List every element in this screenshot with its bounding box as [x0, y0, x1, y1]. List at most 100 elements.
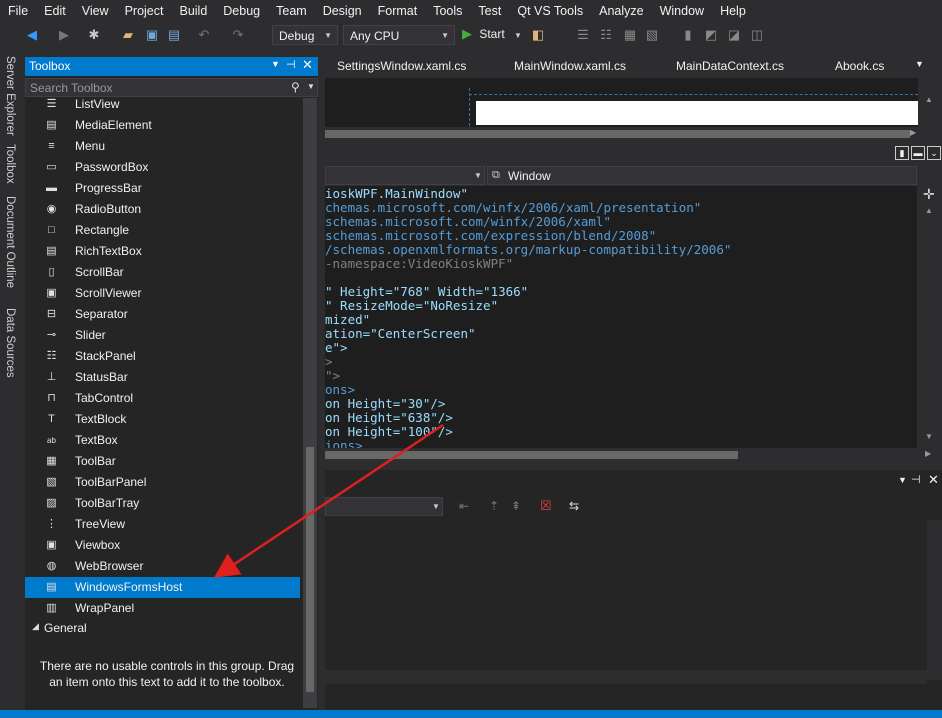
scroll-right-icon[interactable]: ▶ [925, 449, 931, 458]
toolbox-item-toolbartray[interactable]: ▨ ToolBarTray [25, 493, 300, 514]
toolbox-item-radiobutton[interactable]: ◉ RadioButton [25, 199, 300, 220]
output-source-dropdown[interactable]: ▼ [325, 497, 443, 516]
tab-settingswindow[interactable]: SettingsWindow.xaml.cs [337, 59, 466, 73]
side-tab-toolbox[interactable]: Toolbox [4, 144, 16, 184]
toolbox-item-statusbar[interactable]: ⊥ StatusBar [25, 367, 300, 388]
goto-last-icon[interactable]: ⇞ [511, 499, 521, 513]
search-icon[interactable]: ⚲ [291, 80, 300, 94]
dropdown-icon[interactable]: ▼ [271, 59, 280, 69]
type-dropdown[interactable]: ▼ [325, 166, 485, 185]
h-scroll-thumb[interactable] [325, 451, 738, 459]
close-icon[interactable]: ✕ [302, 57, 313, 73]
side-tab-document-outline[interactable]: Document Outline [4, 196, 16, 288]
platform-dropdown[interactable]: Any CPU ▼ [343, 25, 455, 45]
toolbox-item-toolbar[interactable]: ▦ ToolBar [25, 451, 300, 472]
menu-help[interactable]: Help [712, 0, 754, 22]
designer-window-preview[interactable] [476, 101, 923, 125]
menu-view[interactable]: View [74, 0, 117, 22]
toolbox-item-textbox[interactable]: ab TextBox [25, 430, 300, 451]
split-vertical-icon[interactable]: ▮ [895, 146, 909, 160]
menu-window[interactable]: Window [652, 0, 712, 22]
toolbox-item-scrollbar[interactable]: ▯ ScrollBar [25, 262, 300, 283]
menu-format[interactable]: Format [370, 0, 426, 22]
menu-edit[interactable]: Edit [36, 0, 74, 22]
toolbox-item-mediaelement[interactable]: ▤ MediaElement [25, 115, 300, 136]
designer-h-scrollbar[interactable]: ▶ [325, 127, 916, 141]
prev-bookmark-icon[interactable]: ◩ [703, 27, 719, 43]
tab-overflow-icon[interactable]: ▼ [915, 59, 924, 69]
menu-tools[interactable]: Tools [425, 0, 470, 22]
toolbox-item-textblock[interactable]: T TextBlock [25, 409, 300, 430]
toolbox-group-general[interactable]: General [44, 621, 87, 635]
align-icon[interactable]: ☰ [575, 27, 591, 43]
dropdown-icon[interactable]: ▼ [898, 475, 907, 485]
side-tab-data-sources[interactable]: Data Sources [4, 308, 16, 378]
pin-icon[interactable]: ⊣ [286, 58, 296, 71]
menu-design[interactable]: Design [315, 0, 370, 22]
toolbox-item-progressbar[interactable]: ▬ ProgressBar [25, 178, 300, 199]
toolbox-item-listview[interactable]: ☰ ListView [25, 94, 300, 115]
designer-scrollbar[interactable]: ▲ [918, 78, 942, 127]
configuration-dropdown[interactable]: Debug ▼ [272, 25, 338, 45]
next-bookmark-icon[interactable]: ◪ [726, 27, 742, 43]
code-v-scrollbar[interactable]: ✛ ▲ ▼ [917, 186, 942, 448]
tab-maindatacontext[interactable]: MainDataContext.cs [676, 59, 784, 73]
clear-all-icon[interactable]: ☒ [540, 498, 552, 514]
menu-build[interactable]: Build [171, 0, 215, 22]
goto-next-icon[interactable]: ⇡ [489, 499, 499, 513]
toolbox-scroll-thumb[interactable] [306, 447, 314, 692]
undo-icon[interactable]: ↶ [196, 27, 212, 43]
output-h-scrollbar[interactable] [325, 670, 927, 684]
toolbox-item-rectangle[interactable]: □ Rectangle [25, 220, 300, 241]
pin-icon[interactable]: ⊣ [911, 473, 921, 486]
save-icon[interactable]: ▣ [144, 27, 160, 43]
collapse-pane-icon[interactable]: ⌄ [927, 146, 941, 160]
back-icon[interactable]: ◀ [24, 27, 40, 43]
toolbox-item-viewbox[interactable]: ▣ Viewbox [25, 535, 300, 556]
toolbox-item-webbrowser[interactable]: ◍ WebBrowser [25, 556, 300, 577]
toolbox-item-passwordbox[interactable]: ▭ PasswordBox [25, 157, 300, 178]
xaml-code-editor[interactable]: ioskWPF.MainWindow" chemas.microsoft.com/… [325, 186, 917, 448]
indent-icon[interactable]: ☷ [598, 27, 614, 43]
menu-file[interactable]: File [0, 0, 36, 22]
word-wrap-icon[interactable]: ⇆ [569, 499, 579, 513]
split-handle-icon[interactable]: ✛ [923, 186, 935, 203]
menu-test[interactable]: Test [470, 0, 509, 22]
tab-abook[interactable]: Abook.cs [835, 59, 884, 73]
h-scroll-thumb[interactable] [325, 130, 910, 138]
menu-analyze[interactable]: Analyze [591, 0, 651, 22]
toolbox-item-scrollviewer[interactable]: ▣ ScrollViewer [25, 283, 300, 304]
menu-debug[interactable]: Debug [215, 0, 268, 22]
split-horizontal-icon[interactable]: ▬ [911, 146, 925, 160]
forward-icon[interactable]: ▶ [56, 27, 72, 43]
toolbox-item-treeview[interactable]: ⋮ TreeView [25, 514, 300, 535]
browser-link-icon[interactable]: ◧ [530, 27, 546, 43]
new-project-icon[interactable]: ✱ [86, 27, 102, 43]
toolbox-item-slider[interactable]: ⊸ Slider [25, 325, 300, 346]
scroll-up-icon[interactable]: ▲ [925, 95, 933, 104]
chevron-down-icon[interactable]: ▼ [307, 82, 315, 91]
collapse-triangle-icon[interactable]: ◢ [32, 621, 39, 632]
goto-prev-icon[interactable]: ⇤ [459, 499, 469, 513]
uncomment-icon[interactable]: ▧ [644, 27, 660, 43]
comment-icon[interactable]: ▦ [622, 27, 638, 43]
save-all-icon[interactable]: ▤ [166, 27, 182, 43]
toolbox-item-stackpanel[interactable]: ☷ StackPanel [25, 346, 300, 367]
xaml-designer-surface[interactable] [325, 78, 925, 127]
code-h-scrollbar[interactable]: ▶ [325, 448, 942, 462]
toolbox-item-tabcontrol[interactable]: ⊓ TabControl [25, 388, 300, 409]
scroll-up-icon[interactable]: ▲ [925, 206, 933, 215]
menu-qt-vs-tools[interactable]: Qt VS Tools [509, 0, 591, 22]
toolbox-item-separator[interactable]: ⊟ Separator [25, 304, 300, 325]
toolbox-item-wrappanel[interactable]: ▥ WrapPanel [25, 598, 300, 619]
redo-icon[interactable]: ↷ [230, 27, 246, 43]
element-dropdown[interactable]: ⧉ Window [487, 166, 917, 185]
scroll-right-icon[interactable]: ▶ [910, 128, 916, 137]
side-tab-server-explorer[interactable]: Server Explorer [4, 56, 16, 136]
close-icon[interactable]: ✕ [928, 472, 939, 488]
output-v-scrollbar[interactable] [927, 520, 942, 680]
toolbox-item-richtextbox[interactable]: ▤ RichTextBox [25, 241, 300, 262]
menu-project[interactable]: Project [117, 0, 172, 22]
tab-mainwindow[interactable]: MainWindow.xaml.cs [514, 59, 626, 73]
start-button[interactable]: ▶ Start ▼ [462, 26, 522, 44]
